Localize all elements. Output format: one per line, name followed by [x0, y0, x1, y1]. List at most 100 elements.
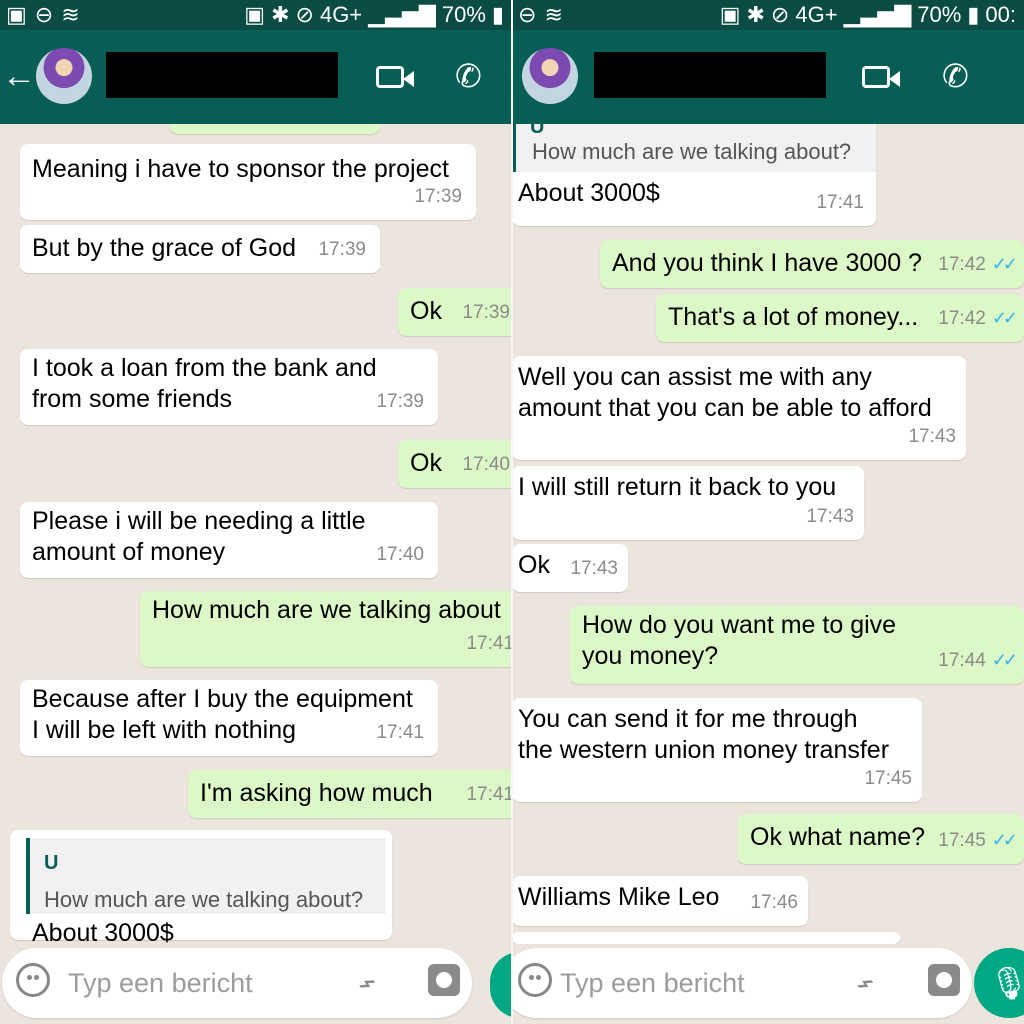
mute-icon: ⊘	[770, 2, 790, 27]
partial-message	[512, 932, 900, 944]
message-time: 17:44	[938, 650, 986, 671]
incoming-message[interactable]: Meaning i have to sponsor the project 17…	[20, 144, 476, 220]
message-text: I took a loan from the bank and from som…	[32, 354, 377, 413]
incoming-message[interactable]: Because after I buy the equipment I will…	[20, 680, 438, 756]
avatar[interactable]	[522, 48, 578, 104]
redacted-contact-name	[106, 52, 338, 98]
left-chat-panel: ▣ ⊖ ≋ ▣ ✱ ⊘ 4G+ ▁▃▅▇ 70% ▮ ← ✆ Meaning i have to…	[0, 0, 512, 1024]
message-input-area: Typ een bericht ⌁	[0, 944, 512, 1024]
reply-text: About 3000$	[32, 919, 174, 944]
message-list[interactable]: Meaning i have to sponsor the project 17…	[0, 124, 512, 944]
status-bar: ⊖ ≋ ▣ ✱ ⊘ 4G+ ▁▃▅▇ 70% ▮ 00:	[512, 0, 1024, 30]
mute-icon: ⊘	[295, 2, 314, 27]
back-arrow-icon[interactable]: ←	[2, 58, 36, 94]
message-time-with-read: 17:45 ✓✓	[938, 825, 1018, 856]
attach-icon[interactable]: ⌁	[848, 964, 883, 1003]
right-chat-panel: ⊖ ≋ ▣✱⊘4G+▁▃▅▇70%▮00: ✆ ⋮ U How much are …	[512, 0, 1024, 1024]
message-time: 17:45	[938, 830, 986, 851]
outgoing-message[interactable]: That's a lot of money... 17:42 ✓✓	[656, 294, 1024, 342]
message-input[interactable]: Typ een bericht ⌁	[512, 948, 972, 1018]
message-text: You can send it for me through the weste…	[518, 705, 890, 764]
video-call-icon[interactable]	[862, 66, 900, 88]
incoming-message[interactable]: Williams Mike Leo 17:46	[512, 876, 808, 926]
message-input[interactable]: Typ een bericht ⌁	[2, 948, 472, 1018]
message-time-with-read: 17:42 ✓✓	[938, 303, 1018, 334]
read-receipt-icon: ✓✓	[991, 254, 1018, 274]
quoted-author: U	[44, 852, 59, 874]
message-time: 17:41	[466, 784, 512, 805]
battery-icon: ▮	[967, 2, 980, 27]
outgoing-message[interactable]: How much are we talking about 17:41	[140, 591, 512, 667]
dnd-icon: ⊖	[518, 2, 537, 27]
message-time: 17:41	[466, 633, 512, 654]
outgoing-message[interactable]: Ok 17:40	[398, 440, 512, 488]
phone-icon[interactable]: ✆	[455, 60, 482, 92]
incoming-message[interactable]: I will still return it back to you 17:43	[512, 466, 864, 540]
image-icon: ▣	[6, 2, 27, 27]
quoted-text: How much are we talking about?	[44, 887, 364, 912]
camera-icon[interactable]	[428, 964, 460, 996]
attach-icon[interactable]: ⌁	[350, 964, 385, 1003]
quoted-text: How much are we talking about?	[532, 139, 852, 164]
outgoing-message[interactable]: I'm asking how much 17:41	[188, 770, 512, 818]
outgoing-message[interactable]: And you think I have 3000 ? 17:42 ✓✓	[600, 240, 1024, 288]
message-time-with-read: 17:42 ✓✓	[938, 249, 1018, 280]
dnd-icon: ⊖	[34, 2, 54, 27]
panel-divider	[511, 0, 513, 1024]
message-time: 17:39	[462, 302, 510, 323]
battery-saver-icon: ▣	[244, 2, 266, 27]
chat-header: ✆ ⋮	[512, 30, 1024, 124]
read-receipt-icon: ✓✓	[991, 308, 1018, 328]
status-bar: ▣ ⊖ ≋ ▣ ✱ ⊘ 4G+ ▁▃▅▇ 70% ▮	[0, 0, 512, 30]
incoming-message[interactable]: Please i will be needing a little amount…	[20, 502, 438, 578]
message-text: Meaning i have to sponsor the project	[32, 155, 449, 183]
avatar[interactable]	[36, 48, 92, 104]
outgoing-message[interactable]: Ok 17:39	[398, 288, 512, 336]
incoming-message[interactable]: But by the grace of God 17:39	[20, 225, 380, 273]
message-time-with-read: 17:44 ✓✓	[938, 645, 1018, 676]
message-text: Because after I buy the equipment I will…	[32, 685, 413, 744]
more-options-icon[interactable]: ⋮	[1014, 60, 1024, 92]
message-list[interactable]: U How much are we talking about? About 3…	[512, 124, 1024, 944]
message-text: I'm asking how much	[200, 779, 433, 807]
message-time: 17:43	[806, 506, 854, 527]
quoted-message[interactable]: U How much are we talking about?	[26, 838, 386, 914]
message-time: 17:42	[938, 308, 986, 329]
message-placeholder: Typ een bericht	[68, 968, 253, 998]
camera-icon[interactable]	[928, 964, 960, 996]
emoji-icon[interactable]	[16, 963, 50, 997]
incoming-message[interactable]: I took a loan from the bank and from som…	[20, 349, 438, 425]
message-time: 17:39	[318, 239, 366, 260]
message-time: 17:41	[816, 192, 864, 213]
read-receipt-icon: ✓✓	[991, 830, 1018, 850]
message-time: 17:41	[376, 722, 424, 743]
message-time: 17:40	[462, 454, 510, 475]
outgoing-message[interactable]: Ok what name? 17:45 ✓✓	[738, 814, 1024, 864]
quoted-reply-message[interactable]: U How much are we talking about? About 3…	[10, 830, 392, 944]
mic-icon[interactable]: 🎙	[974, 948, 1024, 1018]
message-time: 17:46	[750, 892, 798, 913]
partial-message	[170, 124, 380, 134]
message-input-area: Typ een bericht ⌁ 🎙	[512, 944, 1024, 1024]
message-text: How much are we talking about	[152, 596, 501, 624]
phone-icon[interactable]: ✆	[942, 60, 969, 92]
message-time: 17:43	[570, 558, 618, 579]
chat-header: ← ✆	[0, 30, 512, 124]
video-call-icon[interactable]	[376, 66, 414, 88]
quoted-reply-message[interactable]: U How much are we talking about? About 3…	[512, 124, 876, 226]
incoming-message[interactable]: Well you can assist me with any amount t…	[512, 356, 966, 460]
quoted-message[interactable]: U How much are we talking about?	[512, 124, 876, 172]
incoming-message[interactable]: You can send it for me through the weste…	[512, 698, 922, 802]
reply-text: About 3000$	[518, 179, 660, 207]
battery-label: 70%	[917, 2, 962, 27]
message-placeholder: Typ een bericht	[560, 968, 745, 998]
mic-button-partial[interactable]	[490, 952, 512, 1018]
message-time: 17:40	[376, 544, 424, 565]
read-receipt-icon: ✓✓	[991, 650, 1018, 670]
outgoing-message[interactable]: How do you want me to give you money? 17…	[570, 606, 1024, 684]
dual-chat-screenshot: ▣ ⊖ ≋ ▣ ✱ ⊘ 4G+ ▁▃▅▇ 70% ▮ ← ✆ Meaning i have to…	[0, 0, 1024, 1024]
clock-label: 00:	[985, 2, 1016, 27]
battery-saver-icon: ▣	[719, 2, 741, 27]
incoming-message[interactable]: Ok 17:43	[512, 544, 628, 592]
emoji-icon[interactable]	[518, 963, 552, 997]
